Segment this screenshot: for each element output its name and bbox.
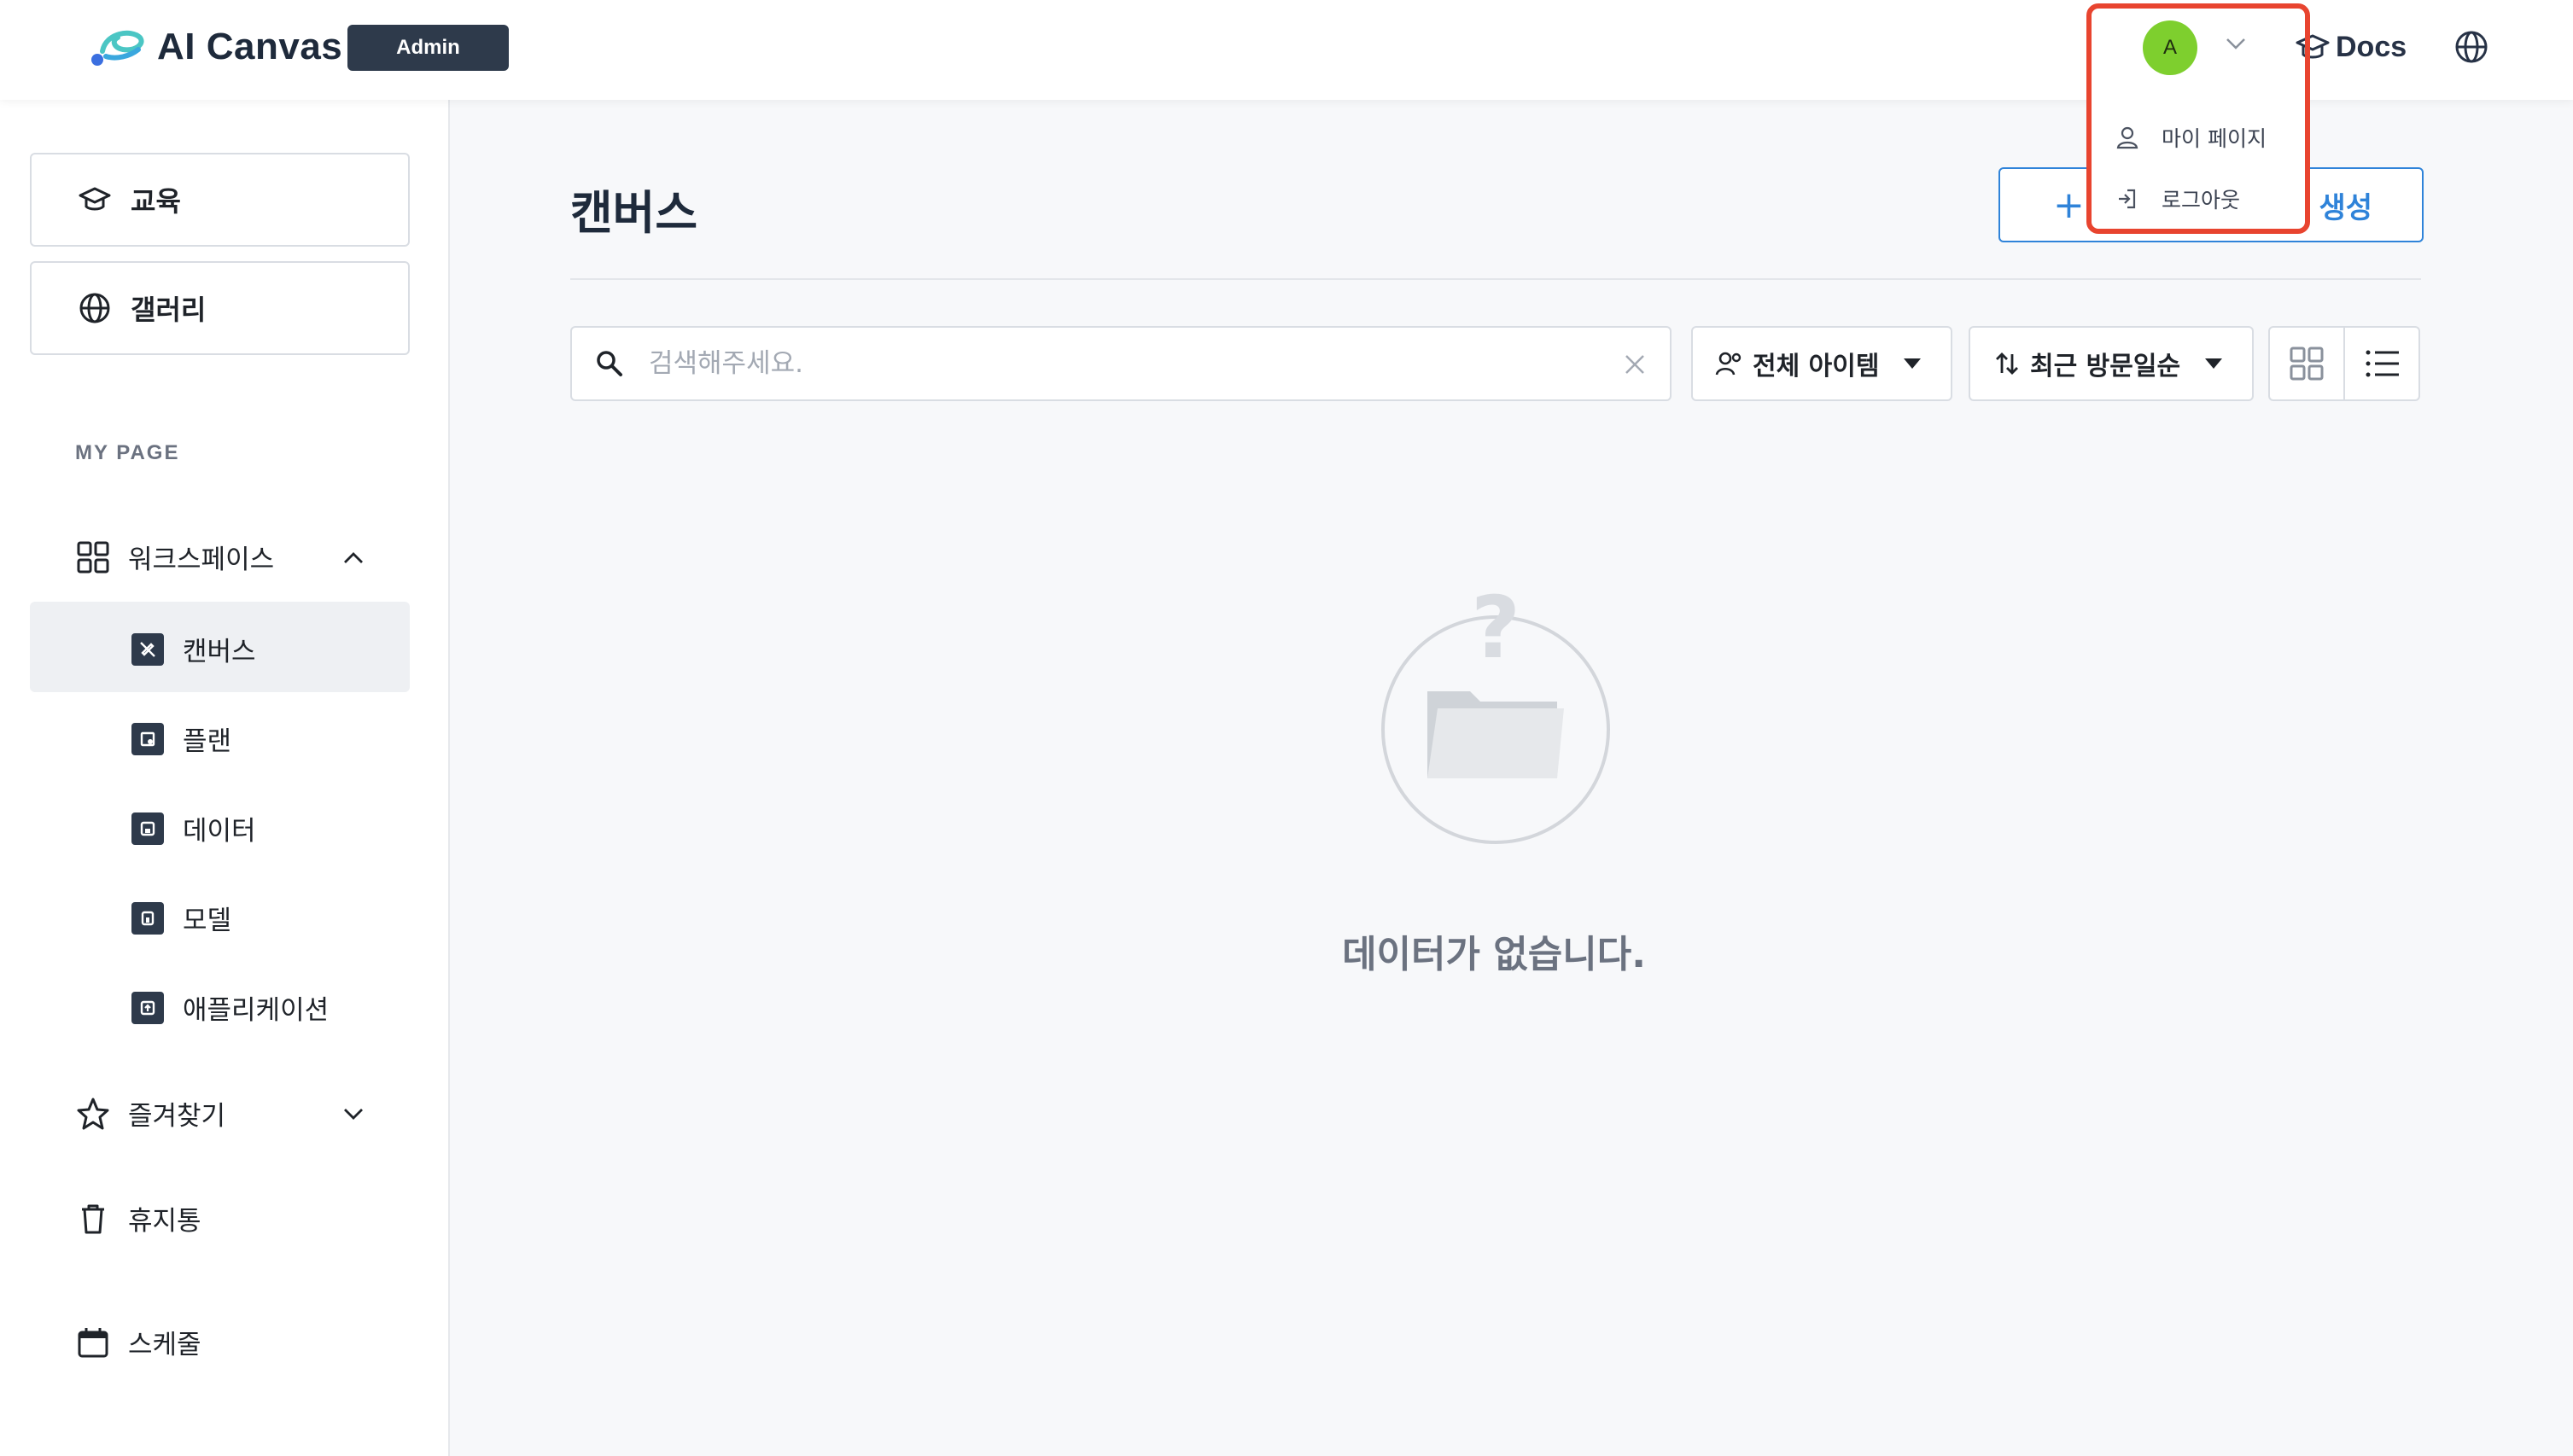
app-logo[interactable]: AI Canvas [89, 26, 342, 68]
caret-down-icon [1904, 358, 1921, 369]
sidebar-item-label: 캔버스 [183, 637, 256, 667]
sidebar-item-trash[interactable]: 휴지통 [75, 1199, 201, 1238]
star-icon [77, 1098, 109, 1129]
docs-label: Docs [2336, 30, 2407, 63]
grid-view-icon [2290, 347, 2324, 381]
canvas-icon [131, 632, 164, 666]
list-view-icon [2366, 350, 2399, 377]
user-icon [2116, 126, 2138, 149]
sidebar-card-education[interactable]: 교육 [30, 153, 410, 247]
sidebar-item-label: 즐겨찾기 [128, 1101, 226, 1132]
grid-icon [77, 541, 109, 573]
sidebar-item-favorites[interactable]: 즐겨찾기 [75, 1094, 225, 1133]
sidebar-item-plan[interactable]: 플랜 [131, 719, 231, 758]
search-icon [597, 351, 622, 376]
sort-arrows-icon [1996, 352, 2018, 375]
logo-text: AI Canvas [157, 26, 343, 67]
chevron-down-icon[interactable] [341, 1106, 365, 1121]
sidebar-card-label: 교육 [131, 185, 181, 218]
menu-item-label: 마이 페이지 [2162, 126, 2267, 151]
search-bar [570, 326, 1672, 401]
sort-select[interactable]: 최근 방문일순 [1969, 326, 2254, 401]
admin-badge: Admin [347, 25, 509, 71]
graduation-cap-icon [79, 187, 111, 211]
sidebar-item-label: 스케줄 [128, 1330, 201, 1360]
language-globe-icon[interactable] [2453, 29, 2489, 65]
sidebar-item-label: 애플리케이션 [183, 995, 330, 1026]
filter-value: 전체 아이템 [1753, 352, 1880, 381]
sidebar-item-workspace[interactable]: 워크스페이스 [75, 538, 274, 576]
sidebar-item-data[interactable]: 데이터 [131, 809, 256, 847]
view-mode-toggle [2268, 326, 2420, 401]
clear-icon[interactable] [1622, 352, 1648, 377]
plus-icon: + [2053, 183, 2085, 227]
sidebar-card-label: 갤러리 [131, 294, 207, 326]
sidebar-item-schedule[interactable]: 스케줄 [75, 1323, 201, 1361]
calendar-icon [78, 1327, 108, 1357]
caret-down-icon [2205, 358, 2222, 369]
sidebar-item-label: 워크스페이스 [128, 545, 275, 575]
search-input[interactable] [649, 348, 1588, 379]
logo-mark-icon [91, 30, 144, 66]
empty-folder-icon: ? [1381, 589, 1610, 844]
docs-link[interactable]: Docs [2295, 29, 2407, 65]
plan-icon [131, 722, 164, 755]
chevron-up-icon[interactable] [341, 550, 365, 566]
empty-state-text: 데이터가 없습니다. [1342, 933, 1646, 976]
users-icon [1715, 352, 1742, 376]
trash-icon [82, 1204, 104, 1233]
page-title: 캔버스 [570, 186, 698, 240]
item-filter-select[interactable]: 전체 아이템 [1691, 326, 1952, 401]
sidebar-item-label: 모델 [183, 906, 232, 936]
create-button-label: 생성 [2319, 190, 2372, 225]
menu-item-label: 로그아웃 [2162, 188, 2241, 213]
sidebar-item-label: 플랜 [183, 726, 232, 757]
logout-icon [2119, 189, 2136, 209]
sidebar-card-gallery[interactable]: 갤러리 [30, 261, 410, 355]
sidebar-item-label: 데이터 [183, 816, 256, 847]
sidebar-item-canvas[interactable]: 캔버스 [131, 630, 256, 668]
data-icon [131, 812, 164, 845]
section-title-my-page: MY PAGE [75, 441, 180, 464]
model-icon [131, 901, 164, 935]
list-view-button[interactable] [2343, 328, 2418, 399]
globe-icon [79, 293, 110, 323]
application-icon [131, 991, 164, 1024]
menu-item-logout[interactable]: 로그아웃 [2115, 183, 2240, 214]
sort-value: 최근 방문일순 [2030, 352, 2181, 381]
grid-view-button[interactable] [2270, 328, 2343, 399]
sidebar-item-label: 휴지통 [128, 1206, 201, 1237]
title-divider [570, 278, 2421, 280]
svg-text:?: ? [1471, 589, 1520, 678]
sidebar-item-application[interactable]: 애플리케이션 [131, 988, 329, 1027]
sidebar-item-model[interactable]: 모델 [131, 899, 231, 937]
menu-item-my-page[interactable]: 마이 페이지 [2115, 122, 2267, 153]
